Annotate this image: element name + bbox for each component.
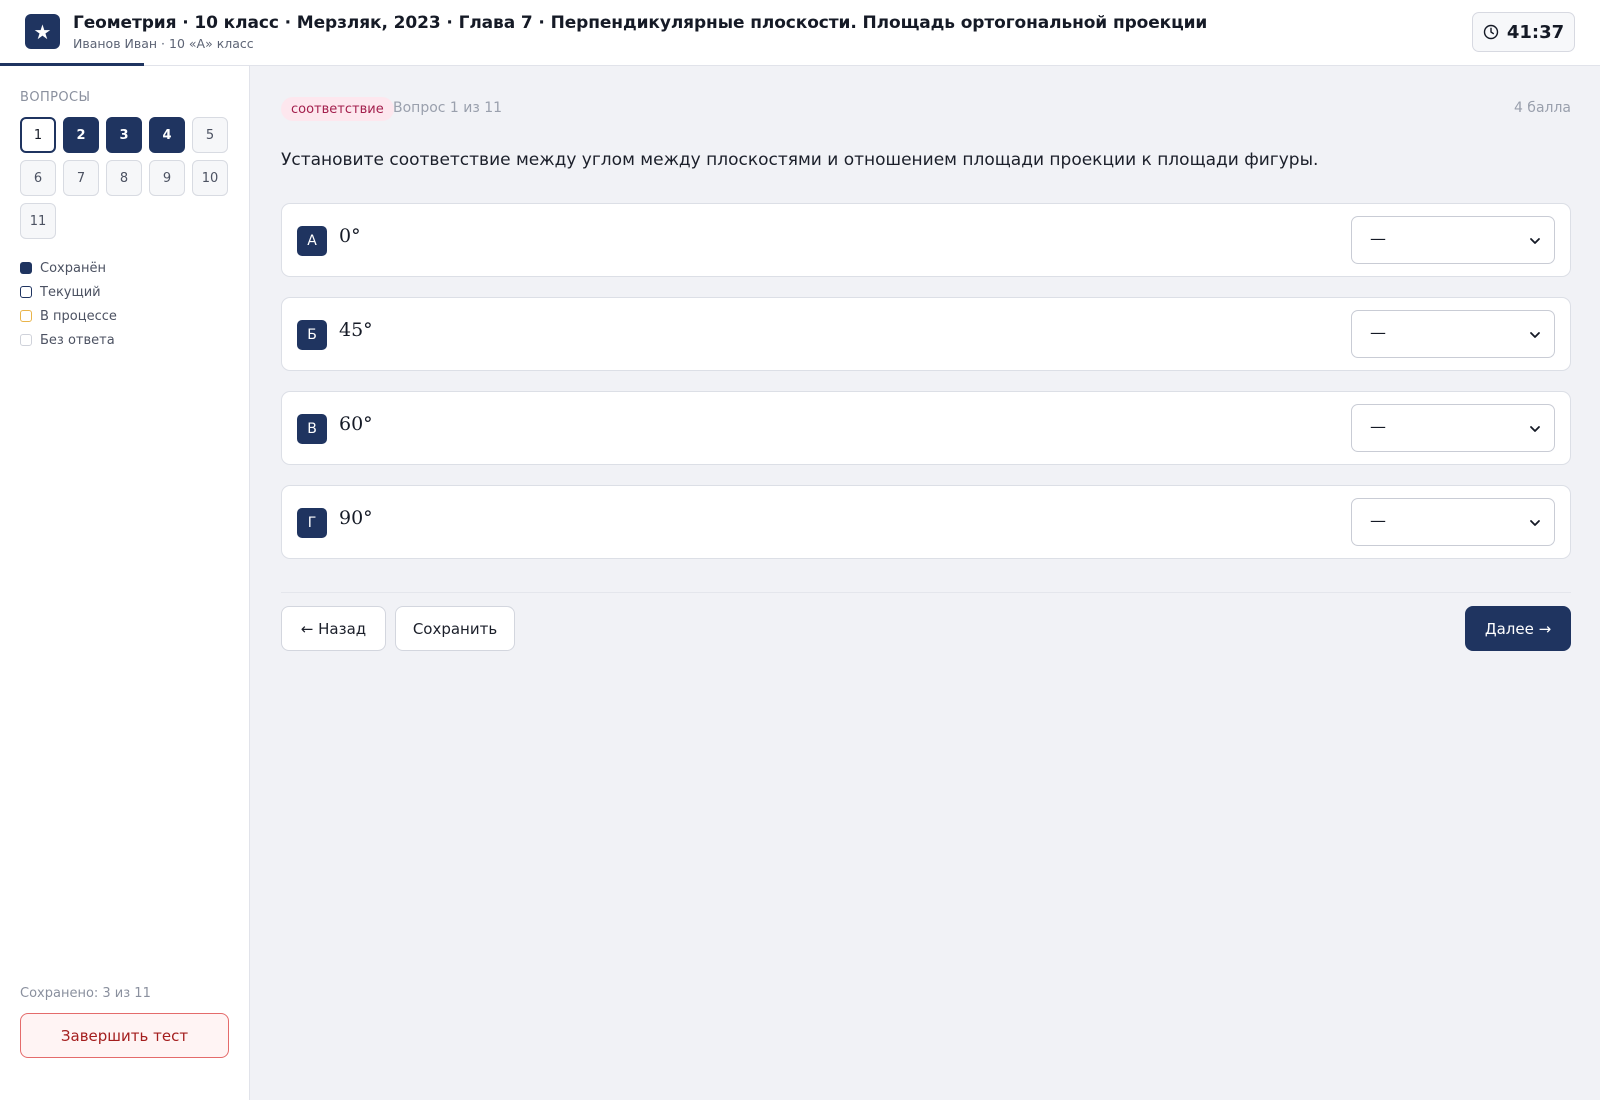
question-button[interactable]: 11	[20, 203, 56, 239]
row-letter-badge: А	[297, 226, 327, 256]
legend-current: Текущий	[20, 280, 117, 304]
question-counter: Вопрос 1 из 11	[393, 100, 503, 116]
clock-icon	[1483, 24, 1499, 40]
match-row: Г 90° —	[281, 485, 1571, 559]
legend-label: Текущий	[40, 284, 101, 300]
legend-saved: Сохранён	[20, 256, 117, 280]
match-row: В 60° —	[281, 391, 1571, 465]
angle-value: 90°	[339, 507, 373, 529]
question-button[interactable]: 5	[192, 117, 228, 153]
chevron-down-icon	[1530, 520, 1540, 526]
answer-select[interactable]: —	[1351, 498, 1555, 546]
in-progress-swatch-icon	[20, 310, 32, 322]
header-title-group: Геометрия · 10 класс · Мерзляк, 2023 · Г…	[73, 13, 1207, 51]
selected-value: —	[1370, 417, 1386, 436]
selected-value: —	[1370, 229, 1386, 248]
match-row: Б 45° —	[281, 297, 1571, 371]
question-type-badge: соответствие	[281, 97, 394, 121]
selected-value: —	[1370, 511, 1386, 530]
current-swatch-icon	[20, 286, 32, 298]
back-button[interactable]: ← Назад	[281, 606, 386, 651]
sidebar-heading: ВОПРОСЫ	[20, 90, 91, 105]
answer-select[interactable]: —	[1351, 310, 1555, 358]
answer-select[interactable]: —	[1351, 216, 1555, 264]
question-button[interactable]: 2	[63, 117, 99, 153]
match-list: А 0° — Б 45° — В 60° — Г 90° —	[281, 203, 1571, 579]
legend-unanswered: Без ответа	[20, 328, 117, 352]
saved-count: Сохранено: 3 из 11	[20, 986, 151, 1001]
navigation-row: ← Назад Сохранить Далее →	[281, 606, 1571, 652]
question-meta: соответствие Вопрос 1 из 11 4 балла	[281, 97, 1571, 121]
question-sidebar: ВОПРОСЫ 1 2 3 4 5 6 7 8 9 10 11 Сохранён…	[0, 66, 250, 1100]
legend-label: Сохранён	[40, 260, 106, 276]
app-header: ★ Геометрия · 10 класс · Мерзляк, 2023 ·…	[0, 0, 1600, 66]
question-points: 4 балла	[1513, 100, 1571, 116]
angle-value: 45°	[339, 319, 373, 341]
question-grid: 1 2 3 4 5 6 7 8 9 10 11	[20, 117, 232, 239]
question-button[interactable]: 3	[106, 117, 142, 153]
row-letter-badge: Б	[297, 320, 327, 350]
next-button[interactable]: Далее →	[1465, 606, 1571, 651]
question-button[interactable]: 10	[192, 160, 228, 196]
legend-label: В процессе	[40, 308, 117, 324]
selected-value: —	[1370, 323, 1386, 342]
divider	[281, 592, 1571, 593]
student-info: Иванов Иван · 10 «А» класс	[73, 36, 254, 51]
row-letter-badge: В	[297, 414, 327, 444]
status-legend: Сохранён Текущий В процессе Без ответа	[20, 256, 117, 352]
finish-test-button[interactable]: Завершить тест	[20, 1013, 229, 1058]
question-button[interactable]: 8	[106, 160, 142, 196]
match-row: А 0° —	[281, 203, 1571, 277]
angle-value: 0°	[339, 225, 361, 247]
angle-value: 60°	[339, 413, 373, 435]
question-button[interactable]: 4	[149, 117, 185, 153]
chevron-down-icon	[1530, 426, 1540, 432]
unanswered-swatch-icon	[20, 334, 32, 346]
question-button[interactable]: 9	[149, 160, 185, 196]
star-logo-icon: ★	[25, 14, 60, 49]
legend-label: Без ответа	[40, 332, 115, 348]
answer-select[interactable]: —	[1351, 404, 1555, 452]
timer: 41:37	[1472, 12, 1575, 52]
question-text: Установите соответствие между углом межд…	[281, 150, 1319, 170]
row-letter-badge: Г	[297, 508, 327, 538]
saved-swatch-icon	[20, 262, 32, 274]
question-button[interactable]: 1	[20, 117, 56, 153]
chevron-down-icon	[1530, 332, 1540, 338]
page-title: Геометрия · 10 класс · Мерзляк, 2023 · Г…	[73, 13, 1208, 33]
legend-in-progress: В процессе	[20, 304, 117, 328]
timer-value: 41:37	[1506, 21, 1565, 43]
question-button[interactable]: 6	[20, 160, 56, 196]
save-button[interactable]: Сохранить	[395, 606, 515, 651]
chevron-down-icon	[1530, 238, 1540, 244]
question-button[interactable]: 7	[63, 160, 99, 196]
